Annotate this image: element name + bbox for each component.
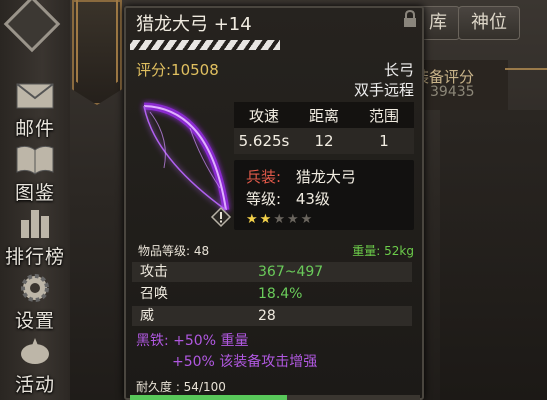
sidebar-item-events[interactable]: 活动 xyxy=(4,334,66,397)
stat-value: 12 xyxy=(314,132,334,150)
stat-header: 攻速 xyxy=(248,106,279,125)
equip-score-value: 39435 xyxy=(430,84,475,100)
item-tooltip: 猎龙大弓 +14 评分:10508 长弓 双手远程 攻速 距离 范围 5.625… xyxy=(124,6,424,400)
attribute-key: 攻击 xyxy=(140,264,168,280)
durability-bar-fill xyxy=(130,395,287,400)
mail-icon xyxy=(13,78,57,114)
warning-icon[interactable] xyxy=(210,206,232,228)
attribute-key: 威 xyxy=(140,308,154,324)
tab-label: 神位 xyxy=(471,12,507,33)
weapon-stats-table: 攻速 距离 范围 5.625s 12 1 xyxy=(234,102,414,154)
attribute-value: 28 xyxy=(258,308,276,324)
ranking-icon xyxy=(13,206,57,242)
star-rating: ★★★★★ xyxy=(246,212,314,227)
book-icon xyxy=(13,142,57,178)
attribute-row-summon: 召唤 18.4% xyxy=(132,284,412,304)
equip-row: 兵装: 猎龙大弓 xyxy=(246,166,356,187)
level-label: 等级: xyxy=(246,190,282,208)
sidebar-item-mail[interactable]: 邮件 xyxy=(4,78,66,141)
equip-value: 猎龙大弓 xyxy=(295,168,356,186)
level-row: 等级: 43级 xyxy=(246,188,330,209)
item-name: 猎龙大弓 +14 xyxy=(136,14,252,35)
attribute-value: 18.4% xyxy=(258,286,303,302)
sidebar-item-codex[interactable]: 图鉴 xyxy=(4,142,66,205)
durability-bar xyxy=(130,395,420,400)
star-icon: ★ xyxy=(259,212,274,227)
item-score: 评分:10508 xyxy=(136,61,219,79)
star-icon: ★ xyxy=(246,212,260,227)
right-panel-background xyxy=(440,110,547,400)
sidebar-item-label: 设置 xyxy=(14,310,55,332)
bonus-line-1: 黑铁: +50% 重量 xyxy=(136,333,249,349)
tab-divine-position[interactable]: 神位 xyxy=(458,6,520,40)
stat-value: 1 xyxy=(379,132,389,150)
attribute-value: 367~497 xyxy=(258,264,324,280)
arrow-decoration xyxy=(505,68,547,70)
event-icon xyxy=(13,334,57,370)
stat-header: 范围 xyxy=(368,106,399,125)
star-icon: ★ xyxy=(286,212,301,227)
level-value: 43级 xyxy=(295,190,330,208)
lock-icon[interactable] xyxy=(402,9,418,28)
equip-info-box: 兵装: 猎龙大弓 等级: 43级 ★★★★★ xyxy=(234,160,414,230)
sidebar-item-label: 图鉴 xyxy=(14,182,55,204)
tab-label: 库 xyxy=(429,12,447,33)
item-level: 物品等级: 48 xyxy=(138,244,210,258)
bonus-line-2: +50% 该装备攻击增强 xyxy=(172,354,318,370)
stat-value: 5.625s xyxy=(238,132,290,150)
sidebar-item-label: 排行榜 xyxy=(4,246,65,268)
sidebar-item-label: 邮件 xyxy=(14,118,55,140)
attribute-key: 召唤 xyxy=(140,286,168,302)
weapon-hand-type: 双手远程 xyxy=(353,81,414,99)
stats-header-row: 攻速 距离 范围 xyxy=(234,102,414,128)
stats-value-row: 5.625s 12 1 xyxy=(234,128,414,154)
weapon-type: 长弓 xyxy=(383,61,414,79)
star-icon: ★ xyxy=(300,212,315,227)
durability-label: 耐久度 : 54/100 xyxy=(136,380,226,394)
sidebar-item-ranking[interactable]: 排行榜 xyxy=(4,206,66,269)
sidebar-item-label: 活动 xyxy=(14,374,55,396)
sidebar-item-settings[interactable]: 设置 xyxy=(4,270,66,333)
quality-stripe-bar xyxy=(130,40,280,50)
attribute-row-might: 威 28 xyxy=(132,306,412,326)
item-weight: 重量: 52kg xyxy=(352,244,414,258)
star-icon: ★ xyxy=(273,212,287,227)
attribute-row-attack: 攻击 367~497 xyxy=(132,262,412,282)
gear-icon xyxy=(13,270,57,306)
stat-header: 距离 xyxy=(308,106,339,125)
banner-pennant-trim xyxy=(76,0,118,96)
equip-label: 兵装: xyxy=(246,168,282,186)
